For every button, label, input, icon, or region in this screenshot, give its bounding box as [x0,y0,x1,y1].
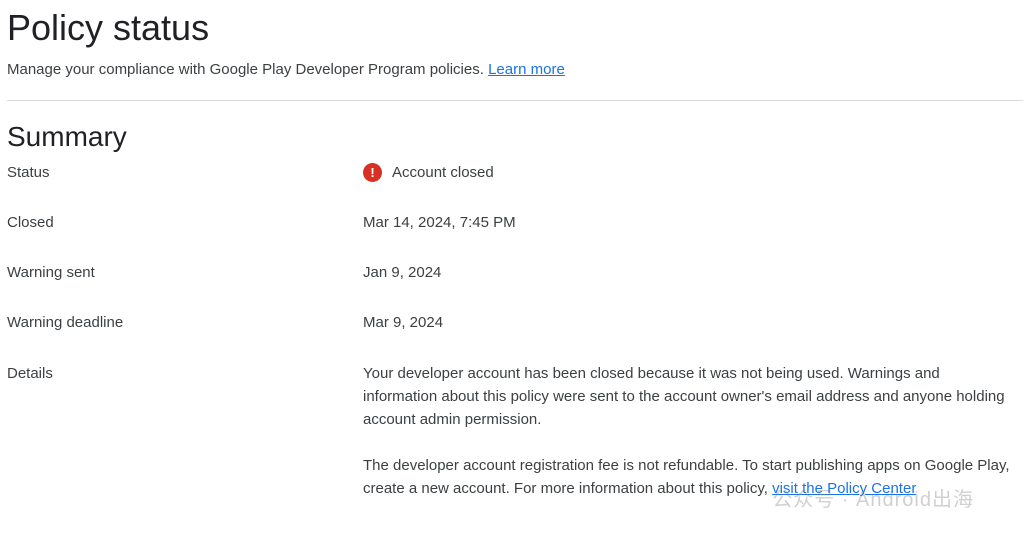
warning-sent-value: Jan 9, 2024 [363,264,442,281]
page-title: Policy status [7,7,210,48]
summary-table: Status ! Account closed Closed Mar 14, 2… [7,161,1017,500]
warning-sent-label: Warning sent [7,264,95,281]
status-label: Status [7,164,50,181]
details-label: Details [7,365,53,382]
summary-row-details: Details Your developer account has been … [7,362,1017,500]
policy-status-page: Policy status Manage your compliance wit… [0,0,1024,536]
subtitle-text: Manage your compliance with Google Play … [7,61,484,78]
status-text: Account closed [392,164,494,181]
closed-value: Mar 14, 2024, 7:45 PM [363,214,516,231]
details-paragraph-1: Your developer account has been closed b… [363,365,1005,428]
page-subtitle: Manage your compliance with Google Play … [7,60,1017,80]
details-paragraph-2: The developer account registration fee i… [363,454,1017,500]
learn-more-link[interactable]: Learn more [488,61,565,78]
header-divider [7,100,1023,101]
warning-deadline-label: Warning deadline [7,314,124,331]
summary-row-closed: Closed Mar 14, 2024, 7:45 PM [7,211,1017,261]
closed-label: Closed [7,214,54,231]
summary-row-status: Status ! Account closed [7,161,1017,211]
summary-row-warning-sent: Warning sent Jan 9, 2024 [7,261,1017,311]
summary-row-warning-deadline: Warning deadline Mar 9, 2024 [7,311,1017,362]
details-value: Your developer account has been closed b… [363,362,1017,500]
summary-title: Summary [7,121,127,152]
warning-deadline-value: Mar 9, 2024 [363,314,444,331]
policy-center-link[interactable]: visit the Policy Center [772,480,916,497]
error-icon: ! [363,163,382,182]
status-value: ! Account closed [363,161,1017,184]
